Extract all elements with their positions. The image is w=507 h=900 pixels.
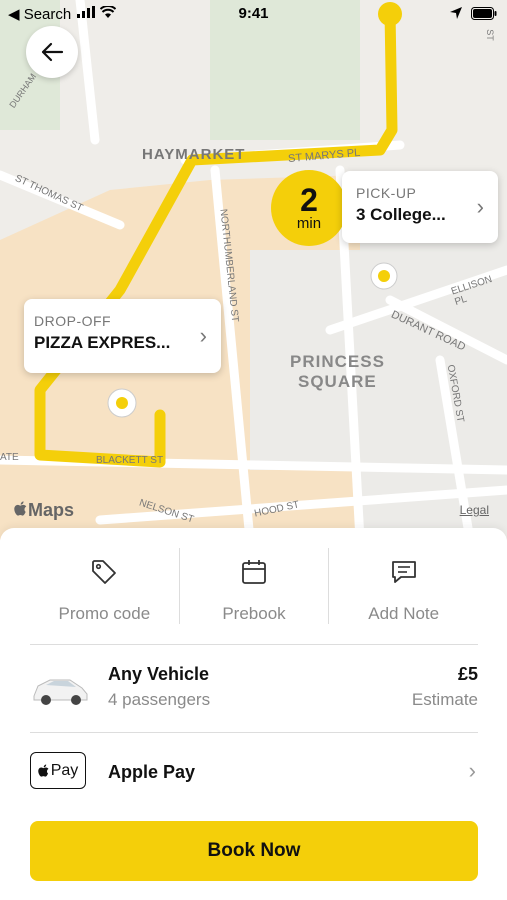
chevron-right-icon: › [199, 323, 207, 348]
eta-badge: 2 min [271, 170, 347, 246]
status-bar: ◀ Search 9:41 [0, 0, 507, 28]
eta-number: 2 [300, 181, 318, 218]
location-arrow-icon [450, 7, 462, 19]
tag-icon [92, 560, 117, 584]
prebook-label: Prebook [222, 604, 286, 623]
back-button[interactable] [26, 26, 78, 78]
calendar-icon [242, 560, 266, 584]
map-canvas [0, 0, 507, 540]
divider [30, 732, 478, 733]
pickup-label: PICK-UP [356, 185, 417, 201]
vehicle-capacity: 4 passengers [108, 690, 211, 709]
payment-method-row[interactable]: Pay Apple Pay › [30, 742, 478, 802]
signal-wifi [77, 6, 116, 18]
divider [30, 644, 478, 645]
map-label-st: ST [484, 29, 495, 41]
prebook-button[interactable]: Prebook [180, 548, 329, 644]
car-icon [33, 679, 88, 705]
book-now-button[interactable]: Book Now [30, 821, 478, 881]
price-estimate: £5 [457, 664, 478, 684]
chevron-right-icon: › [468, 758, 476, 783]
add-note-label: Add Note [368, 604, 440, 623]
apple-pay-badge: Pay [30, 752, 86, 789]
signal-icon [77, 6, 95, 18]
map-label-square: SQUARE [298, 372, 377, 391]
payment-method-name: Apple Pay [108, 762, 196, 782]
wifi-icon [100, 6, 116, 18]
map-label-princess: PRINCESS [290, 352, 385, 371]
chevron-right-icon: › [476, 194, 484, 219]
pickup-address: 3 College... [356, 205, 446, 224]
apple-logo-icon [14, 501, 27, 516]
price-note: Estimate [411, 690, 478, 709]
note-icon [391, 561, 416, 583]
legal-link[interactable]: Legal [460, 503, 489, 517]
battery-icon [471, 6, 497, 20]
maps-label: Maps [28, 500, 75, 520]
eta-unit: min [296, 214, 322, 232]
map-view[interactable]: HAYMARKET ST MARYS PL ST THOMAS ST NORTH… [0, 0, 507, 540]
apple-pay-badge-text: Pay [50, 761, 79, 779]
apple-maps-logo: Maps [14, 500, 74, 521]
dropoff-callout[interactable]: DROP-OFF PIZZA EXPRES... › [24, 299, 221, 373]
promo-code-button[interactable]: Promo code [30, 548, 179, 644]
promo-code-label: Promo code [58, 604, 151, 623]
vehicle-name: Any Vehicle [108, 664, 210, 684]
map-label-haymarket: HAYMARKET [142, 146, 246, 163]
map-label-ate: ATE [0, 452, 19, 463]
dropoff-label: DROP-OFF [34, 313, 112, 329]
add-note-button[interactable]: Add Note [329, 548, 478, 644]
status-indicators [449, 6, 497, 20]
apple-logo-icon [37, 763, 49, 777]
map-label-blackett-st: BLACKETT ST [96, 455, 164, 466]
action-row: Promo code Prebook Add Note [30, 548, 478, 644]
arrow-left-icon [41, 42, 64, 62]
pickup-callout[interactable]: PICK-UP 3 College... › [342, 171, 498, 243]
vehicle-selector[interactable]: Any Vehicle 4 passengers £5 Estimate [30, 654, 478, 730]
booking-sheet: Promo code Prebook Add Note Any Vehicle … [0, 528, 507, 900]
dropoff-address: PIZZA EXPRES... [34, 333, 171, 352]
